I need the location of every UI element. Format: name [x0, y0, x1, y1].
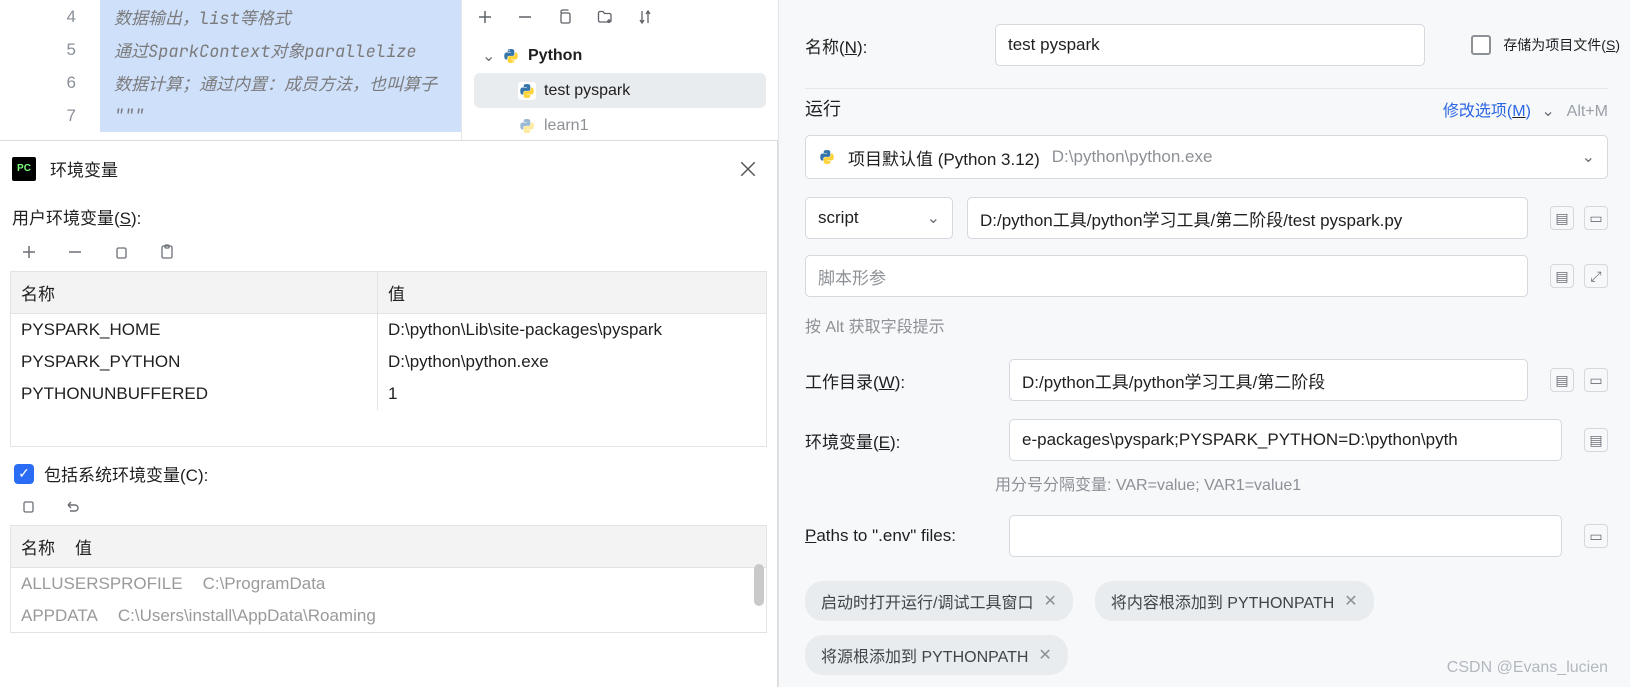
paste-icon[interactable] — [158, 243, 176, 261]
env-vars-dialog: PC 环境变量 用户环境变量(S): 名称 值 PYSPARK_HOME D:\… — [0, 140, 778, 687]
inline-expand-icon[interactable]: ▤ — [1550, 264, 1574, 288]
tree-item-test-pyspark[interactable]: test pyspark — [474, 73, 766, 108]
option-pill[interactable]: 启动时打开运行/调试工具窗口 ✕ — [805, 581, 1073, 621]
editor-line: 4 数据输出，list等格式 — [0, 0, 461, 33]
sys-vars-table: 名称 值 ALLUSERSPROFILE C:\ProgramData APPD… — [10, 525, 767, 633]
chevron-down-icon — [921, 208, 940, 228]
code-text: 数据输出，list等格式 — [100, 0, 461, 33]
option-pills: 启动时打开运行/调试工具窗口 ✕ 将内容根添加到 PYTHONPATH ✕ — [805, 581, 1620, 621]
scrollbar[interactable] — [754, 564, 764, 606]
table-row[interactable]: ALLUSERSPROFILE C:\ProgramData — [11, 568, 766, 600]
interpreter-select[interactable]: 项目默认值 (Python 3.12) D:\python\python.exe — [805, 135, 1608, 179]
add-icon[interactable] — [20, 243, 38, 261]
option-pill[interactable]: 将内容根添加到 PYTHONPATH ✕ — [1095, 581, 1374, 621]
run-config-form: 名称(N): test pyspark 存储为项目文件(S) 运行 修改选项(M… — [778, 0, 1630, 687]
user-vars-toolbar — [0, 239, 777, 271]
paths-input[interactable] — [1009, 515, 1562, 557]
col-name[interactable]: 名称 — [11, 526, 65, 567]
editor-line: 6 数据计算；通过内置：成员方法，也叫算子 — [0, 66, 461, 99]
envvar-label: 环境变量(E): — [805, 428, 995, 453]
option-pill[interactable]: 将源根添加到 PYTHONPATH ✕ — [805, 635, 1068, 675]
editor-preview: 4 数据输出，list等格式 5 通过SparkContext对象paralle… — [0, 0, 461, 140]
name-label: 名称(N): — [805, 33, 995, 58]
script-type-select[interactable]: script — [805, 197, 953, 239]
user-vars-label: 用户环境变量(S): — [0, 196, 777, 239]
remove-icon[interactable] — [66, 243, 84, 261]
undo-icon[interactable] — [64, 498, 80, 517]
line-number: 7 — [0, 106, 100, 126]
workdir-label: 工作目录(W): — [805, 368, 995, 393]
interpreter-name: 项目默认值 (Python 3.12) — [848, 145, 1040, 170]
line-number: 4 — [0, 7, 100, 27]
watermark: CSDN @Evans_lucien — [1447, 659, 1608, 677]
python-icon — [518, 82, 536, 100]
code-text: 通过SparkContext对象parallelize — [100, 33, 461, 66]
table-row[interactable]: APPDATA C:\Users\install\AppData\Roaming — [11, 600, 766, 632]
tree-toolbar — [462, 0, 778, 34]
browse-icon[interactable]: ▭ — [1584, 368, 1608, 392]
copy-icon[interactable] — [556, 8, 574, 26]
paths-label: Paths to ".env" files: — [805, 526, 995, 546]
folder-add-icon[interactable] — [596, 8, 614, 26]
editor-line: 5 通过SparkContext对象parallelize — [0, 33, 461, 66]
col-name[interactable]: 名称 — [11, 272, 378, 313]
run-config-tree: ⌄ Python test pyspark learn1 — [461, 0, 778, 140]
include-system-checkbox[interactable]: ✓ 包括系统环境变量(C): — [0, 447, 777, 498]
checkbox-checked-icon: ✓ — [14, 464, 34, 484]
remove-icon[interactable] — [516, 8, 534, 26]
modify-options-shortcut: Alt+M — [1567, 103, 1608, 120]
code-text: 数据计算；通过内置：成员方法，也叫算子 — [100, 66, 461, 99]
workdir-input[interactable]: D:/python工具/python学习工具/第二阶段 — [1009, 359, 1528, 401]
col-value[interactable]: 值 — [65, 526, 102, 567]
dialog-title: 环境变量 — [50, 156, 118, 181]
table-row[interactable]: PYSPARK_HOME D:\python\Lib\site-packages… — [11, 314, 766, 346]
line-number: 5 — [0, 40, 100, 60]
save-as-file-label: 存储为项目文件(S) — [1503, 35, 1620, 55]
user-vars-table: 名称 值 PYSPARK_HOME D:\python\Lib\site-pac… — [10, 271, 767, 447]
section-run: 运行 — [805, 95, 841, 121]
alt-hint: 按 Alt 获取字段提示 — [805, 313, 1620, 337]
save-as-file-checkbox[interactable] — [1471, 35, 1491, 55]
modify-options-link[interactable]: 修改选项(M) — [1443, 103, 1555, 120]
table-row[interactable]: PYSPARK_PYTHON D:\python\python.exe — [11, 346, 766, 378]
line-number: 6 — [0, 73, 100, 93]
copy-icon[interactable] — [112, 243, 130, 261]
close-icon[interactable] — [739, 160, 757, 178]
close-icon[interactable]: ✕ — [1038, 645, 1051, 665]
tree-item-label: learn1 — [544, 117, 588, 135]
include-system-label: 包括系统环境变量(C): — [44, 461, 208, 486]
tree-item-learn1[interactable]: learn1 — [462, 108, 778, 143]
close-icon[interactable]: ✕ — [1344, 591, 1357, 611]
copy-icon[interactable] — [20, 498, 36, 517]
python-icon — [502, 47, 520, 65]
name-input[interactable]: test pyspark — [995, 24, 1425, 66]
script-params-input[interactable]: 脚本形参 — [805, 255, 1528, 297]
envvar-hint: 用分号分隔变量: VAR=value; VAR1=value1 — [995, 471, 1620, 495]
interpreter-path: D:\python\python.exe — [1052, 147, 1213, 167]
chevron-down-icon — [1576, 147, 1595, 167]
pycharm-icon: PC — [12, 157, 36, 181]
close-icon[interactable]: ✕ — [1043, 591, 1056, 611]
inline-expand-icon[interactable]: ▤ — [1550, 368, 1574, 392]
browse-icon[interactable]: ▭ — [1584, 524, 1608, 548]
add-icon[interactable] — [476, 8, 494, 26]
inline-expand-icon[interactable]: ▤ — [1584, 428, 1608, 452]
script-path-input[interactable]: D:/python工具/python学习工具/第二阶段/test pyspark… — [967, 197, 1528, 239]
chevron-down-icon: ⌄ — [482, 46, 494, 66]
python-icon — [818, 148, 836, 166]
expand-icon[interactable]: ⤢ — [1584, 264, 1608, 288]
browse-icon[interactable]: ▭ — [1584, 206, 1608, 230]
sys-vars-toolbar — [0, 498, 777, 525]
editor-line: 7 """ — [0, 99, 461, 132]
tree-group-label: Python — [528, 47, 582, 65]
sort-icon[interactable] — [636, 8, 654, 26]
tree-item-label: test pyspark — [544, 82, 630, 100]
code-text: """ — [100, 99, 461, 132]
tree-group-python[interactable]: ⌄ Python — [462, 38, 778, 73]
table-row[interactable]: PYTHONUNBUFFERED 1 — [11, 378, 766, 410]
envvar-input[interactable]: e-packages\pyspark;PYSPARK_PYTHON=D:\pyt… — [1009, 419, 1562, 461]
col-value[interactable]: 值 — [378, 272, 766, 313]
python-icon — [518, 117, 536, 135]
inline-expand-icon[interactable]: ▤ — [1550, 206, 1574, 230]
